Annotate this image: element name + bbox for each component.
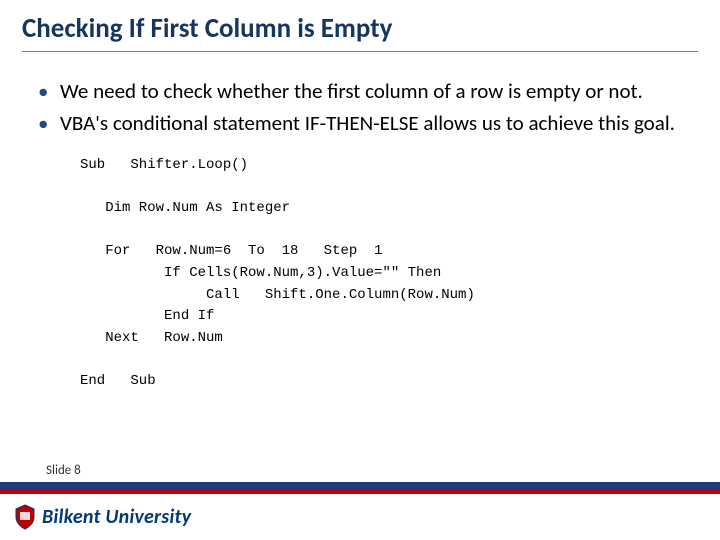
title-area: Checking If First Column is Empty — [0, 0, 720, 56]
university-logo: Bilkent University — [14, 504, 191, 530]
university-name: Bilkent University — [42, 505, 191, 529]
title-underline — [22, 51, 698, 52]
footer-band — [0, 482, 720, 494]
bullet-item: VBA's conditional statement IF-THEN-ELSE… — [36, 110, 690, 136]
slide-number: Slide 8 — [46, 463, 81, 478]
band-blue — [0, 482, 720, 490]
bullet-list: We need to check whether the first colum… — [36, 78, 690, 137]
bullet-item: We need to check whether the first colum… — [36, 78, 690, 104]
slide-title: Checking If First Column is Empty — [22, 12, 698, 45]
code-block: Sub Shifter.Loop() Dim Row.Num As Intege… — [80, 155, 690, 394]
shield-icon — [14, 504, 36, 530]
slide: Checking If First Column is Empty We nee… — [0, 0, 720, 540]
footer: Bilkent University — [0, 494, 720, 540]
content-area: We need to check whether the first colum… — [0, 56, 720, 540]
